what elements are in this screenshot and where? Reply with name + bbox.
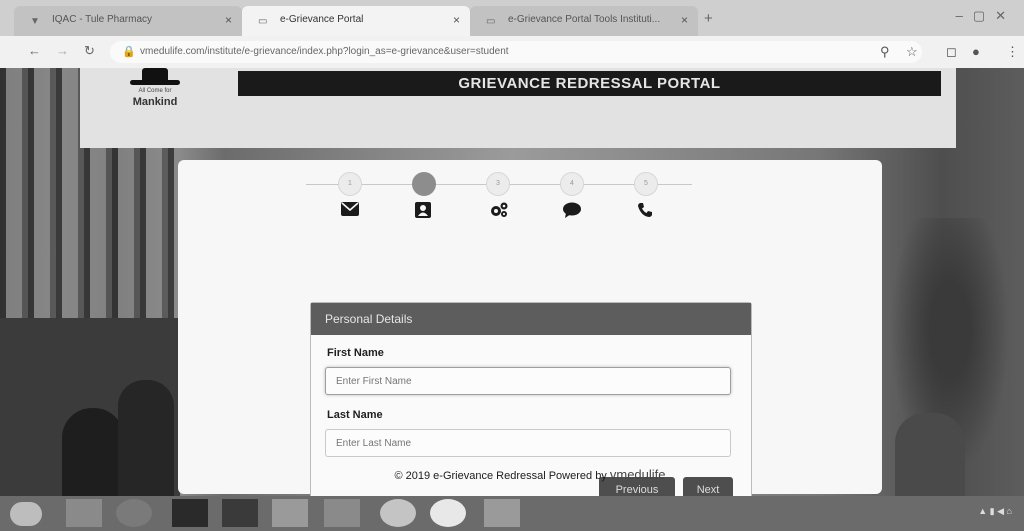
notes-app-icon[interactable] — [484, 499, 520, 527]
address-bar[interactable]: 🔒 vmedulife.com/institute/e-grievance/in… — [110, 41, 922, 63]
close-tab-icon[interactable]: × — [453, 13, 460, 27]
browser-tab[interactable]: ▼ IQAC - Tule Pharmacy × — [14, 6, 242, 36]
browser-tab-active[interactable]: ▭ e-Grievance Portal × — [242, 6, 470, 36]
logo-name: Mankind — [132, 96, 178, 108]
files-app-icon[interactable] — [272, 499, 308, 527]
tab-title: e-Grievance Portal — [280, 14, 364, 25]
extension-icon[interactable]: ◻ — [946, 44, 957, 60]
os-taskbar: ▲ ▮ ◀ ⌂ — [0, 496, 1024, 531]
page-viewport: All Come for Mankind GRIEVANCE REDRESSAL… — [0, 68, 1024, 496]
forward-icon[interactable]: → — [56, 43, 69, 58]
address-toolbar: ← → ↻ 🔒 vmedulife.com/institute/e-grieva… — [0, 36, 1024, 68]
wizard-step-contact-email[interactable]: 1 — [330, 168, 370, 224]
first-name-label: First Name — [327, 347, 384, 359]
hat-logo-icon — [142, 68, 168, 80]
chrome-browser-icon[interactable] — [380, 499, 416, 527]
comment-icon — [563, 202, 581, 218]
tab-title: IQAC - Tule Pharmacy — [52, 14, 153, 25]
bookmark-star-icon[interactable]: ☆ — [906, 44, 918, 60]
opera-browser-icon[interactable] — [430, 499, 466, 527]
calendar-app-icon[interactable] — [222, 499, 258, 527]
panel-title: Personal Details — [311, 303, 751, 335]
wizard-step-phone[interactable]: 5 — [626, 168, 666, 224]
last-name-input[interactable] — [325, 429, 731, 457]
browser-tab[interactable]: ▭ e-Grievance Portal Tools Instituti... … — [470, 6, 698, 36]
logo-tagline: All Come for — [138, 88, 172, 94]
translate-icon[interactable]: ⚲ — [880, 44, 890, 60]
step-circle: 5 — [634, 172, 658, 196]
tab-title: e-Grievance Portal Tools Instituti... — [508, 14, 661, 25]
new-tab-button[interactable]: + — [704, 10, 713, 27]
site-logo[interactable]: All Come for Mankind — [120, 68, 190, 118]
close-tab-icon[interactable]: × — [225, 13, 232, 27]
reload-icon[interactable]: ↻ — [84, 43, 95, 59]
step-circle: 4 — [560, 172, 584, 196]
url-text[interactable]: vmedulife.com/institute/e-grievance/inde… — [140, 46, 509, 57]
media-player-icon[interactable] — [116, 499, 152, 527]
back-icon[interactable]: ← — [28, 43, 41, 58]
page-footer: © 2019 e-Grievance Redressal Powered by … — [178, 467, 882, 482]
phone-icon — [638, 203, 652, 217]
step-circle: 3 — [486, 172, 510, 196]
browser-tab-bar: ▼ IQAC - Tule Pharmacy × ▭ e-Grievance P… — [0, 0, 1024, 36]
wizard-step-message[interactable]: 4 — [552, 168, 592, 224]
window-controls[interactable]: –▢✕ — [956, 8, 1016, 24]
wizard-step-personal-details[interactable] — [404, 168, 444, 224]
pin-icon: ▼ — [30, 16, 40, 27]
system-tray[interactable]: ▲ ▮ ◀ ⌂ — [978, 506, 1012, 517]
lock-icon: 🔒 — [122, 46, 136, 58]
step-circle: 1 — [338, 172, 362, 196]
last-name-label: Last Name — [327, 409, 383, 421]
page-title: GRIEVANCE REDRESSAL PORTAL — [238, 71, 941, 96]
grievance-form-card: 1 3 4 5 Personal Details First Name Ente… — [178, 160, 882, 496]
file-explorer-icon[interactable] — [66, 499, 102, 527]
play-app-icon[interactable] — [324, 499, 360, 527]
site-favicon-icon: ▭ — [486, 16, 496, 27]
calculator-app-icon[interactable] — [172, 499, 208, 527]
wizard-step-settings[interactable]: 3 — [478, 168, 518, 224]
cogs-icon — [491, 202, 508, 217]
background-person — [118, 380, 174, 496]
close-tab-icon[interactable]: × — [681, 13, 688, 27]
profile-avatar-icon[interactable]: ● — [972, 44, 980, 59]
site-header: All Come for Mankind GRIEVANCE REDRESSAL… — [80, 68, 956, 148]
footer-text: © 2019 e-Grievance Redressal Powered by — [394, 470, 607, 482]
first-name-input[interactable] — [325, 367, 731, 395]
background-person — [895, 413, 965, 496]
footer-brand-link[interactable]: vmedulife — [610, 467, 666, 482]
hat-brim — [130, 80, 180, 85]
envelope-icon — [341, 202, 359, 216]
step-circle-active — [412, 172, 436, 196]
start-button[interactable] — [10, 502, 42, 526]
contact-card-icon — [415, 202, 431, 218]
background-person — [62, 408, 124, 496]
site-favicon-icon: ▭ — [258, 16, 268, 27]
menu-dots-icon[interactable]: ⋮ — [1006, 44, 1019, 60]
